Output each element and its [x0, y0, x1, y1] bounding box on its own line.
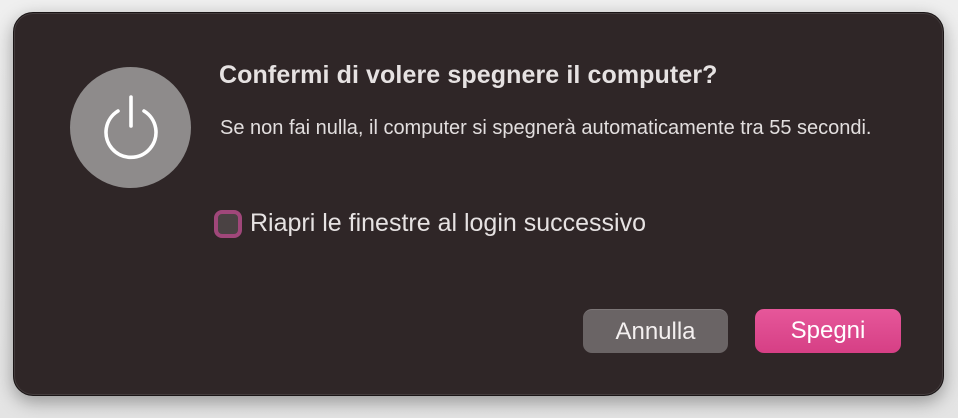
- cancel-button[interactable]: Annulla: [583, 309, 728, 353]
- reopen-windows-option[interactable]: Riapri le finestre al login successivo: [214, 209, 646, 238]
- reopen-windows-label[interactable]: Riapri le finestre al login successivo: [250, 209, 646, 238]
- power-icon: [70, 67, 191, 188]
- shut-down-button[interactable]: Spegni: [755, 309, 901, 353]
- desktop-background: Confermi di volere spegnere il computer?…: [0, 0, 958, 418]
- shutdown-dialog: Confermi di volere spegnere il computer?…: [13, 12, 944, 396]
- dialog-title: Confermi di volere spegnere il computer?: [219, 61, 718, 89]
- reopen-windows-checkbox[interactable]: [214, 209, 242, 238]
- dialog-message: Se non fai nulla, il computer si spegner…: [220, 117, 872, 139]
